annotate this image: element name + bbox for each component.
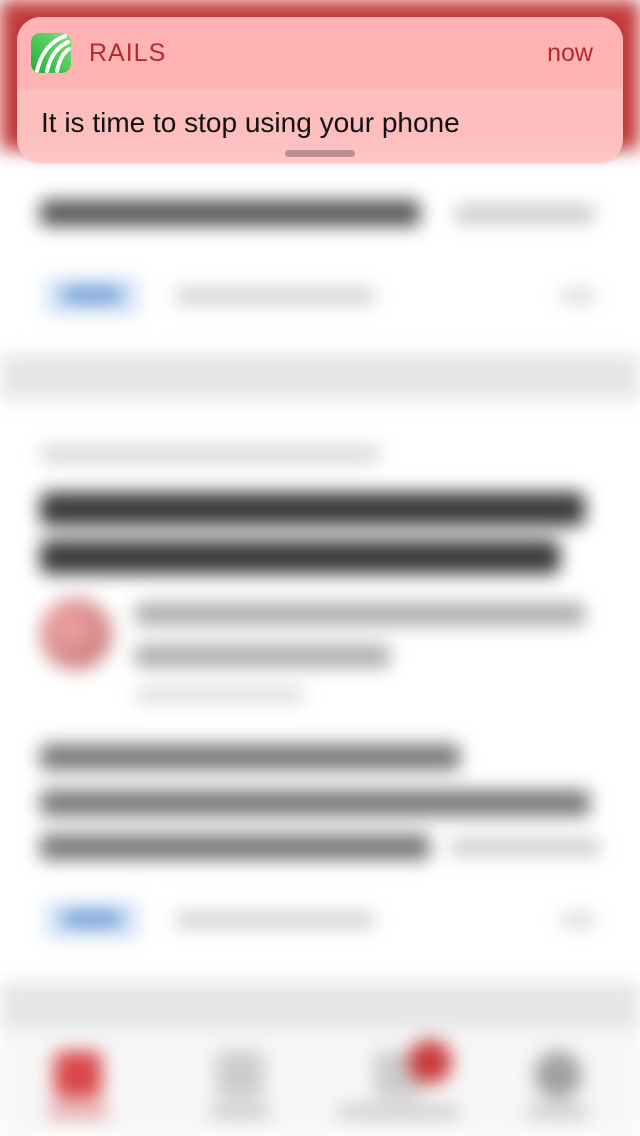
blurred-background-feed: [0, 0, 640, 1136]
notification-message: It is time to stop using your phone: [41, 107, 460, 138]
notification-app-name: RAILS: [89, 39, 167, 67]
notification-header: RAILS now: [17, 17, 623, 89]
background-text: [175, 912, 375, 928]
background-badge: [408, 1040, 452, 1084]
background-text: [40, 834, 430, 860]
background-avatar: [40, 598, 112, 670]
rails-app-icon: [31, 33, 71, 73]
background-text: [450, 838, 600, 856]
background-text: [175, 288, 375, 304]
background-tab: [528, 1051, 588, 1117]
background-text: [40, 492, 585, 526]
background-text: [135, 688, 305, 702]
notification-time: now: [547, 39, 593, 67]
background-tab: [48, 1051, 108, 1117]
background-text: [135, 645, 390, 667]
background-text: [40, 200, 420, 226]
notification-grabber-handle[interactable]: [285, 150, 355, 157]
background-tab-bar: [0, 1030, 640, 1136]
background-chip: [44, 276, 140, 316]
background-text: [40, 790, 590, 816]
background-text: [560, 290, 596, 302]
background-text: [560, 914, 596, 926]
background-separator: [0, 982, 640, 1028]
background-tab: [210, 1051, 270, 1117]
background-chip: [44, 900, 140, 940]
background-text: [40, 744, 460, 770]
background-text: [455, 205, 595, 223]
background-separator: [0, 354, 640, 400]
notification-banner[interactable]: RAILS now It is time to stop using your …: [17, 17, 623, 163]
background-text: [135, 603, 585, 625]
background-text: [40, 540, 560, 574]
background-text: [40, 446, 380, 462]
lock-screen: RAILS now It is time to stop using your …: [0, 0, 640, 1136]
